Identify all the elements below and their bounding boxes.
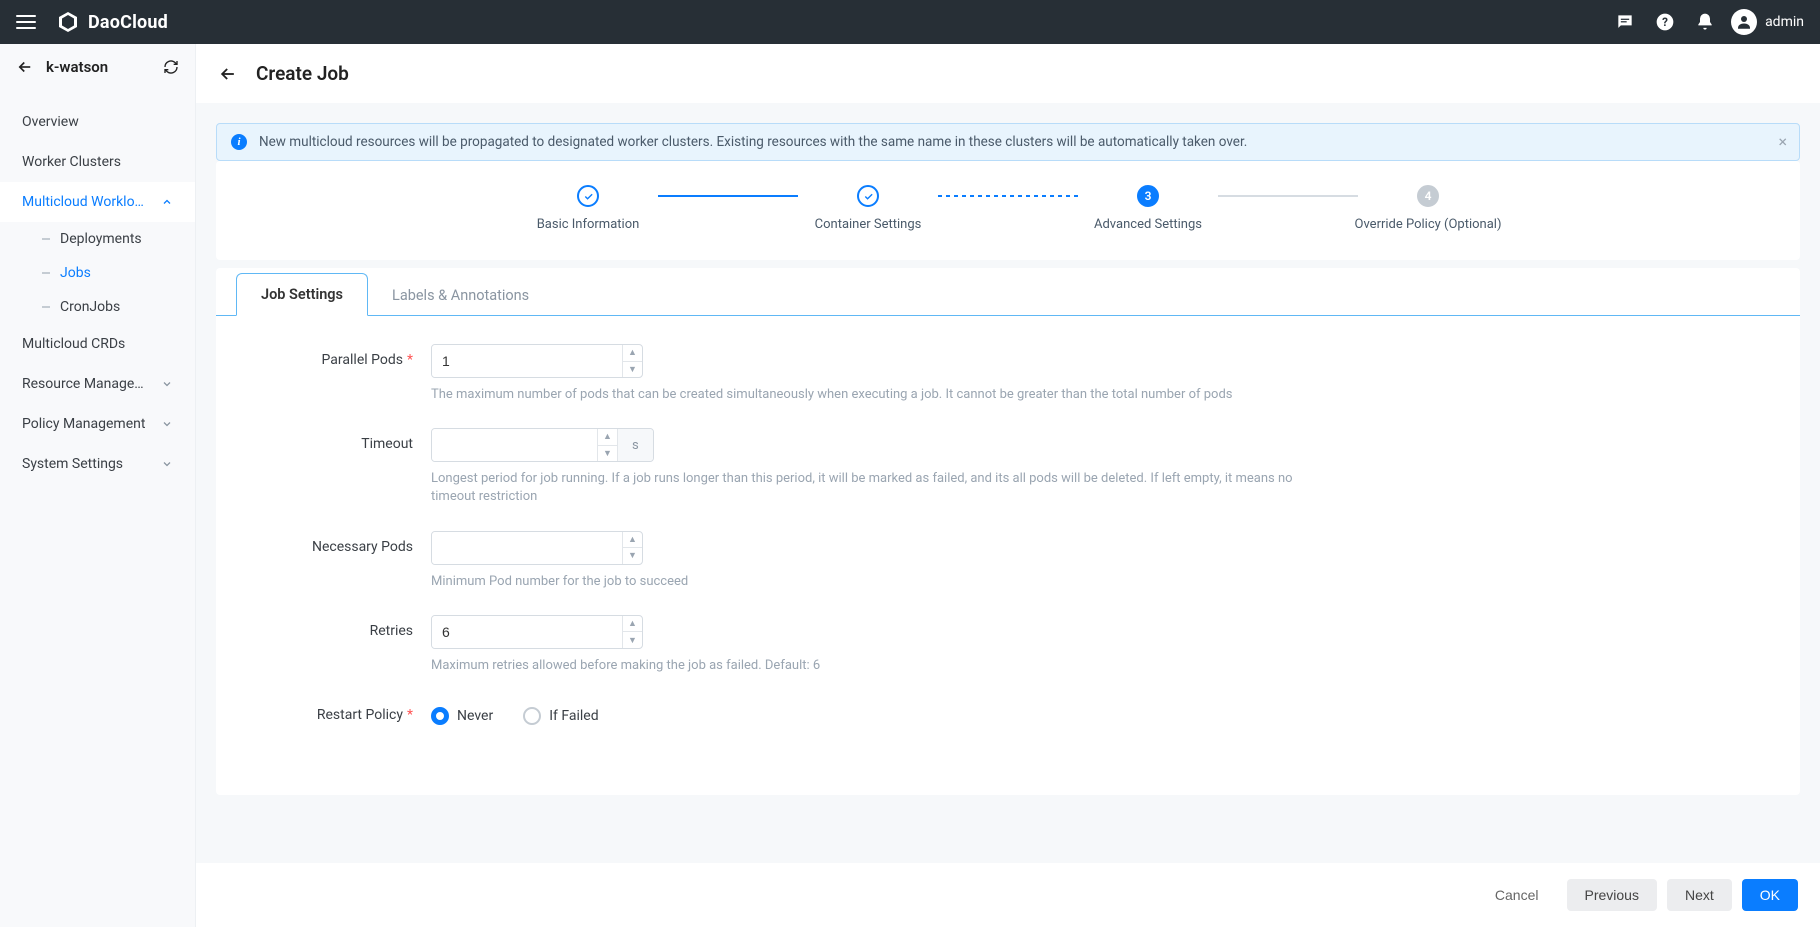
help-retries: Maximum retries allowed before making th… <box>431 657 1331 675</box>
restart-policy-group: Never If Failed <box>431 699 1331 725</box>
help-icon[interactable]: ? <box>1655 12 1675 32</box>
spinner[interactable]: ▲▼ <box>597 429 617 461</box>
close-icon[interactable]: × <box>1778 132 1787 151</box>
stepper-card: Basic Information Container Settings 3 A… <box>216 161 1800 260</box>
step-advanced-settings[interactable]: 3 Advanced Settings <box>1078 185 1218 232</box>
footer: Cancel Previous Next OK <box>196 863 1820 927</box>
label-timeout: Timeout <box>256 428 431 452</box>
info-alert: i New multicloud resources will be propa… <box>216 123 1800 161</box>
messages-icon[interactable] <box>1615 12 1635 32</box>
topbar: DaoCloud ? admin <box>0 0 1820 44</box>
context-back-icon[interactable] <box>16 58 34 76</box>
timeout-input[interactable]: ▲▼ s <box>431 428 654 462</box>
bell-icon[interactable] <box>1695 12 1715 32</box>
page-back-icon[interactable] <box>218 64 238 84</box>
spinner[interactable]: ▲▼ <box>622 616 642 648</box>
ok-button[interactable]: OK <box>1742 879 1798 911</box>
chevron-down-icon <box>161 378 173 390</box>
parallel-pods-field[interactable] <box>432 345 622 377</box>
logo-icon <box>56 10 80 34</box>
step-line <box>938 195 1078 197</box>
chevron-down-icon <box>161 458 173 470</box>
sidebar-item-multicloud-crds[interactable]: Multicloud CRDs <box>0 324 195 364</box>
chevron-up-icon <box>161 196 173 208</box>
user-menu[interactable]: admin <box>1731 9 1804 35</box>
step-line <box>658 195 798 197</box>
tabs: Job Settings Labels & Annotations <box>216 268 1800 316</box>
sidebar-item-resource-management[interactable]: Resource Manage… <box>0 364 195 404</box>
avatar-icon <box>1731 9 1757 35</box>
sidebar: k-watson Overview Worker Clusters Multic… <box>0 44 196 927</box>
main: Create Job i New multicloud resources wi… <box>196 44 1820 927</box>
sidebar-item-overview[interactable]: Overview <box>0 102 195 142</box>
parallel-pods-input[interactable]: ▲▼ <box>431 344 643 378</box>
spinner[interactable]: ▲▼ <box>622 345 642 377</box>
necessary-pods-field[interactable] <box>432 532 622 564</box>
retries-field[interactable] <box>432 616 622 648</box>
help-parallel-pods: The maximum number of pods that can be c… <box>431 386 1331 404</box>
radio-if-failed[interactable]: If Failed <box>523 707 598 725</box>
cancel-button[interactable]: Cancel <box>1477 879 1557 911</box>
chevron-down-icon <box>161 418 173 430</box>
info-icon: i <box>231 134 247 150</box>
timeout-field[interactable] <box>432 429 597 461</box>
step-container-settings[interactable]: Container Settings <box>798 185 938 232</box>
sidebar-item-jobs[interactable]: Jobs <box>0 256 195 290</box>
brand-name: DaoCloud <box>88 12 168 33</box>
sidebar-item-deployments[interactable]: Deployments <box>0 222 195 256</box>
step-line <box>1218 195 1358 197</box>
next-button[interactable]: Next <box>1667 879 1732 911</box>
label-necessary-pods: Necessary Pods <box>256 531 431 555</box>
spinner[interactable]: ▲▼ <box>622 532 642 564</box>
svg-text:?: ? <box>1662 15 1668 29</box>
brand-logo[interactable]: DaoCloud <box>56 10 168 34</box>
help-timeout: Longest period for job running. If a job… <box>431 470 1331 506</box>
label-parallel-pods: Parallel Pods* <box>256 344 431 368</box>
context-label: k-watson <box>46 58 163 76</box>
context-switcher: k-watson <box>0 44 195 90</box>
stepper: Basic Information Container Settings 3 A… <box>256 185 1760 232</box>
sidebar-item-system-settings[interactable]: System Settings <box>0 444 195 484</box>
tab-job-settings[interactable]: Job Settings <box>236 273 368 316</box>
step-override-policy[interactable]: 4 Override Policy (Optional) <box>1358 185 1498 232</box>
label-restart-policy: Restart Policy* <box>256 699 431 723</box>
hamburger-icon[interactable] <box>16 15 36 29</box>
necessary-pods-input[interactable]: ▲▼ <box>431 531 643 565</box>
sidebar-item-worker-clusters[interactable]: Worker Clusters <box>0 142 195 182</box>
form-card: Job Settings Labels & Annotations Parall… <box>216 268 1800 795</box>
step-basic-info[interactable]: Basic Information <box>518 185 658 232</box>
radio-never[interactable]: Never <box>431 707 493 725</box>
timeout-suffix: s <box>617 429 653 461</box>
page-header: Create Job <box>196 44 1820 103</box>
user-name: admin <box>1765 14 1804 30</box>
alert-text: New multicloud resources will be propaga… <box>259 134 1247 150</box>
page-title: Create Job <box>256 62 349 85</box>
previous-button[interactable]: Previous <box>1567 879 1657 911</box>
sidebar-item-cronjobs[interactable]: CronJobs <box>0 290 195 324</box>
retries-input[interactable]: ▲▼ <box>431 615 643 649</box>
sidebar-item-multicloud-workloads[interactable]: Multicloud Worklo… <box>0 182 195 222</box>
tab-labels-annotations[interactable]: Labels & Annotations <box>368 275 553 316</box>
help-necessary-pods: Minimum Pod number for the job to succee… <box>431 573 1331 591</box>
sidebar-item-policy-management[interactable]: Policy Management <box>0 404 195 444</box>
label-retries: Retries <box>256 615 431 639</box>
refresh-icon[interactable] <box>163 59 179 75</box>
